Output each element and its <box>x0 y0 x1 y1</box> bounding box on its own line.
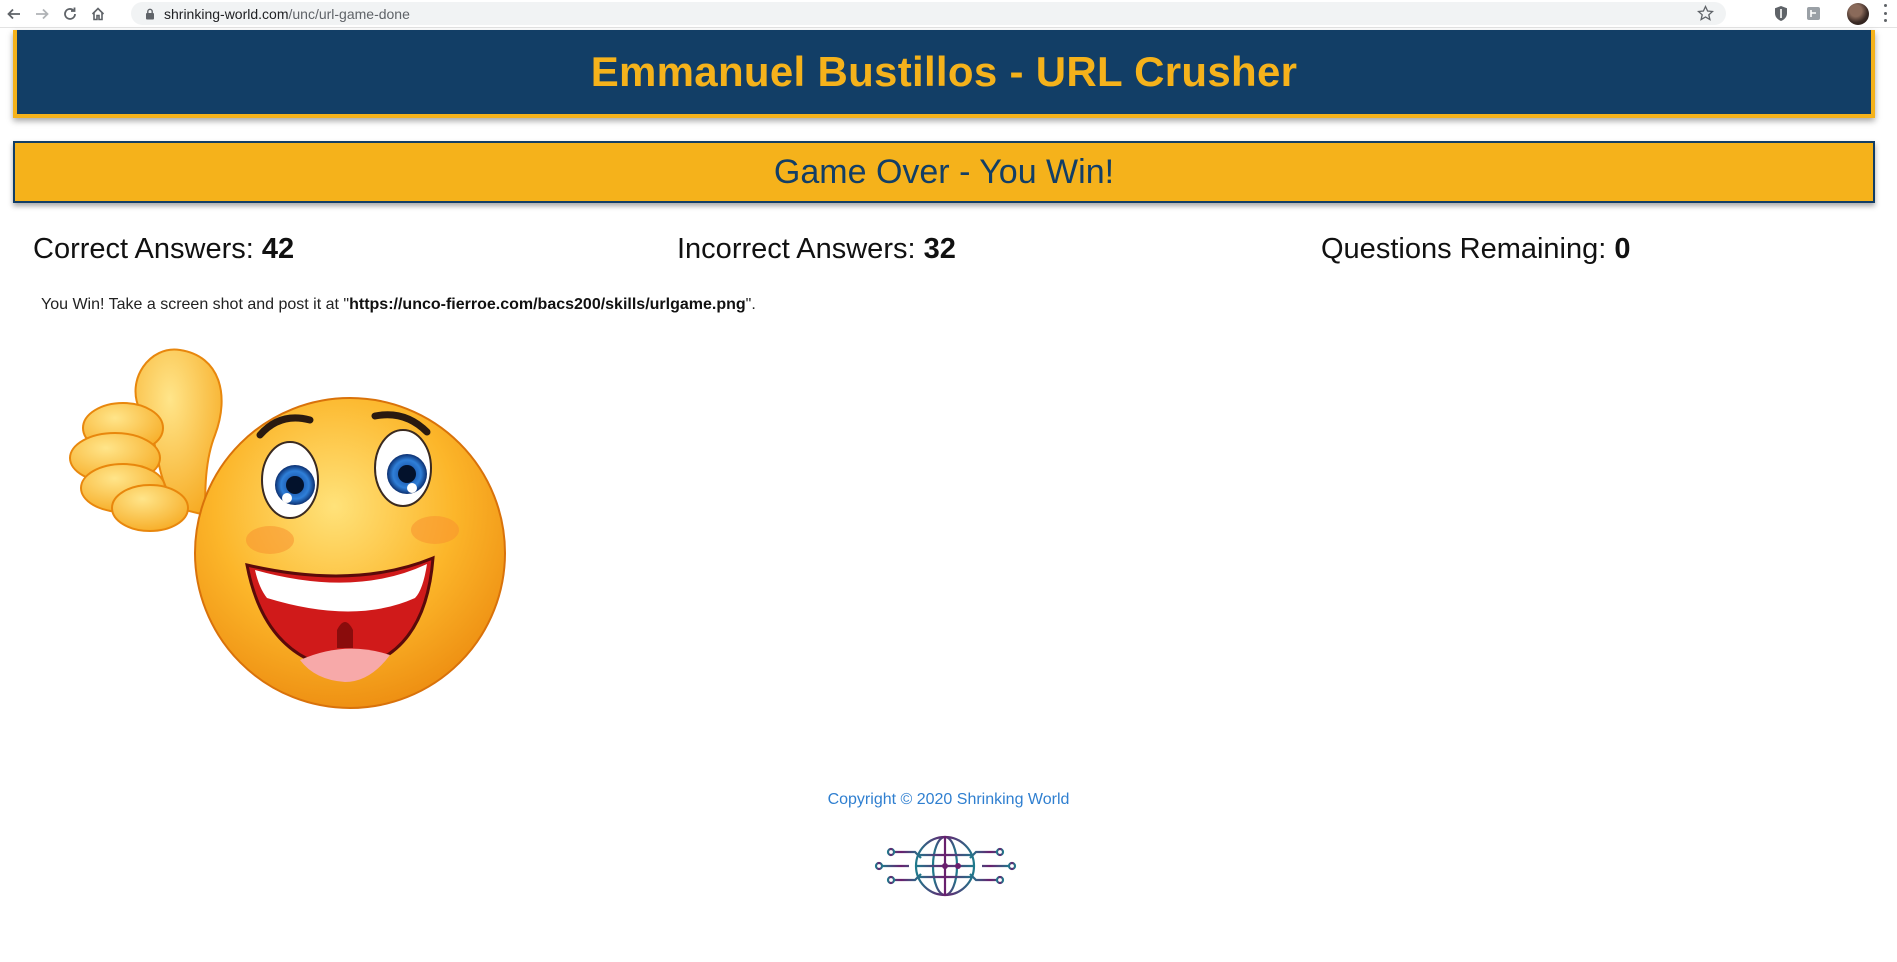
incorrect-answers-value: 32 <box>923 233 956 265</box>
lock-icon[interactable] <box>145 8 155 20</box>
questions-remaining-value: 0 <box>1614 233 1631 265</box>
reload-icon[interactable] <box>56 1 84 27</box>
forward-arrow-icon[interactable] <box>28 1 56 27</box>
menu-dots-icon[interactable] <box>1880 4 1890 22</box>
correct-answers-label: Correct Answers: <box>33 233 254 265</box>
shield-extension-icon[interactable] <box>1771 3 1791 23</box>
correct-answers-value: 42 <box>261 233 295 265</box>
back-arrow-icon[interactable] <box>0 1 28 27</box>
game-status-title: Game Over - You Win! <box>773 152 1115 191</box>
incorrect-answers: Incorrect Answers: 32 <box>677 233 956 266</box>
home-icon[interactable] <box>84 1 112 27</box>
questions-remaining: Questions Remaining: 0 <box>1321 233 1631 266</box>
win-message: You Win! Take a screen shot and post it … <box>41 296 756 314</box>
copyright-text: Copyright © 2020 Shrinking World <box>827 791 1070 808</box>
title-banner: Emmanuel Bustillos - URL Crusher <box>13 30 1875 118</box>
win-message-url: https://unco-fierroe.com/bacs200/skills/… <box>349 296 746 313</box>
win-message-suffix: ". <box>745 296 756 313</box>
star-icon[interactable] <box>1696 4 1715 27</box>
profile-avatar[interactable] <box>1847 3 1869 25</box>
address-bar[interactable]: shrinking-world.com/unc/url-game-done <box>131 2 1726 25</box>
correct-answers: Correct Answers: 42 <box>33 233 294 266</box>
page-title: Emmanuel Bustillos - URL Crusher <box>590 48 1298 95</box>
url-path: /unc/url-game-done <box>288 5 410 22</box>
thumbs-up-smiley-image <box>69 348 506 709</box>
game-status-banner: Game Over - You Win! <box>13 141 1875 203</box>
shrinking-world-globe-logo <box>874 835 1017 897</box>
incorrect-answers-label: Incorrect Answers: <box>677 233 916 265</box>
url-text: shrinking-world.com/unc/url-game-done <box>164 6 410 22</box>
browser-toolbar: shrinking-world.com/unc/url-game-done <box>0 0 1897 28</box>
win-message-prefix: You Win! Take a screen shot and post it … <box>41 296 350 313</box>
extension-icon[interactable] <box>1803 3 1823 23</box>
url-host: shrinking-world.com <box>164 5 289 22</box>
questions-remaining-label: Questions Remaining: <box>1321 233 1607 265</box>
